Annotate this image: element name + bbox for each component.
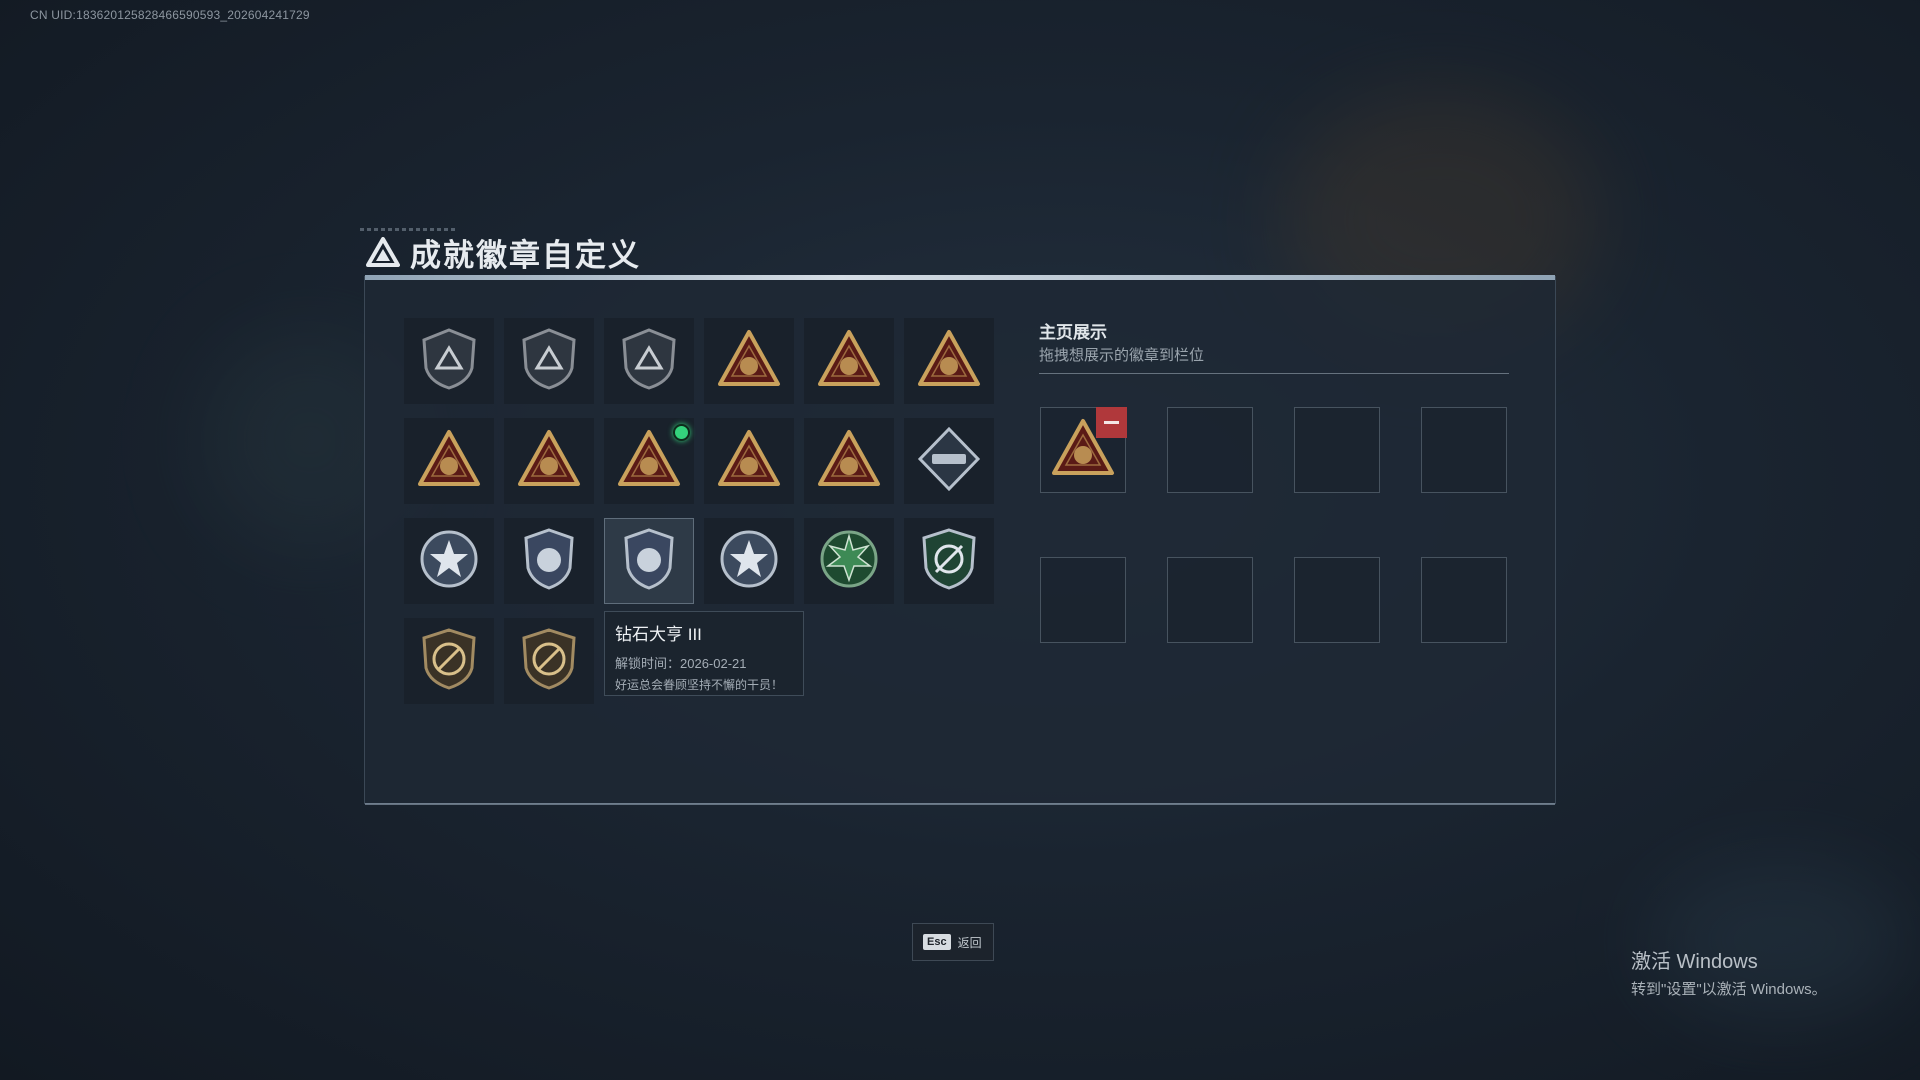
bag-triangle-icon [416,426,482,497]
badge-cell[interactable] [504,618,594,704]
rocket-triangle-icon [816,426,882,497]
no-pistol-shield-icon [516,626,582,697]
skull-badge-icon [716,526,782,597]
badge-tooltip: 钻石大亨 III 解锁时间：2026-02-21 好运总会眷顾坚持不懈的干员！ [604,611,804,696]
tank-green-badge-icon [816,526,882,597]
uid-text: CN UID:1836201258284665905​93_2026042417… [30,8,310,22]
badge-cell[interactable] [604,418,694,504]
badge-cell[interactable] [904,418,994,504]
runner-triangle-icon [516,426,582,497]
badge-cell[interactable] [804,418,894,504]
badge-cell[interactable] [704,518,794,604]
triangle-logo-icon [366,237,400,267]
showcase-slot-empty[interactable] [1421,557,1507,643]
page-header: 成就徽章自定义 [366,232,641,273]
windows-activation-watermark: 激活 Windows 转到"设置"以激活 Windows。 [1631,945,1827,999]
gun-diamond-icon [916,426,982,497]
soldiers-triangle-icon [716,426,782,497]
watermark-subtitle: 转到"设置"以激活 Windows。 [1631,981,1827,998]
page-title: 成就徽章自定义 [410,237,641,273]
watermark-title: 激活 Windows [1631,951,1758,973]
diamond-badge-icon [616,526,682,597]
showcase-subtitle: 拖拽想展示的徽章到栏位 [1039,347,1205,364]
star-badge-icon [416,526,482,597]
number-one-triangle-icon [916,326,982,397]
badge-cell[interactable] [704,418,794,504]
no-rifle-shield-icon [416,626,482,697]
badge-cell[interactable] [404,318,494,404]
police-badge-icon [516,526,582,597]
remove-badge-button[interactable] [1096,407,1127,438]
showcase-slot-empty[interactable] [1167,407,1253,493]
panel-top-bar [365,275,1555,280]
tooltip-title: 钻石大亨 III [615,625,702,644]
badge-cell[interactable] [704,318,794,404]
showcase-slot-filled[interactable] [1040,407,1127,493]
showcase-divider [1039,373,1509,374]
sniper-shield-icon [916,526,982,597]
shield-triangle-icon [416,326,482,397]
badge-cell[interactable] [804,318,894,404]
showcase-slot-empty[interactable] [1294,557,1380,643]
panel-bottom-line [365,803,1555,805]
badge-cell[interactable] [604,318,694,404]
helmet-triangle-icon [716,326,782,397]
tank-triangle-icon [816,326,882,397]
hands-triangle-icon [616,426,682,497]
dagger-shield-icon [616,326,682,397]
back-button[interactable]: Esc 返回 [912,923,994,961]
badge-cell[interactable] [504,318,594,404]
badge-cell[interactable] [404,518,494,604]
badge-cell[interactable] [604,518,694,604]
badge-cell[interactable] [804,518,894,604]
helicopter-shield-icon [516,326,582,397]
esc-key-icon: Esc [923,934,951,950]
new-indicator-dot [673,424,690,441]
badge-cell[interactable] [904,318,994,404]
badge-cell[interactable] [404,418,494,504]
tooltip-description: 好运总会眷顾坚持不懈的干员！ [615,678,784,692]
showcase-slot-empty[interactable] [1421,407,1507,493]
badge-cell[interactable] [904,518,994,604]
badge-cell[interactable] [404,618,494,704]
showcase-slot-empty[interactable] [1040,557,1126,643]
badge-cell[interactable] [504,518,594,604]
tooltip-unlock-time: 解锁时间：2026-02-21 [615,656,747,671]
showcase-slot-empty[interactable] [1167,557,1253,643]
showcase-title: 主页展示 [1039,323,1107,342]
back-label: 返回 [957,935,982,950]
showcase-slot-empty[interactable] [1294,407,1380,493]
badge-cell[interactable] [504,418,594,504]
